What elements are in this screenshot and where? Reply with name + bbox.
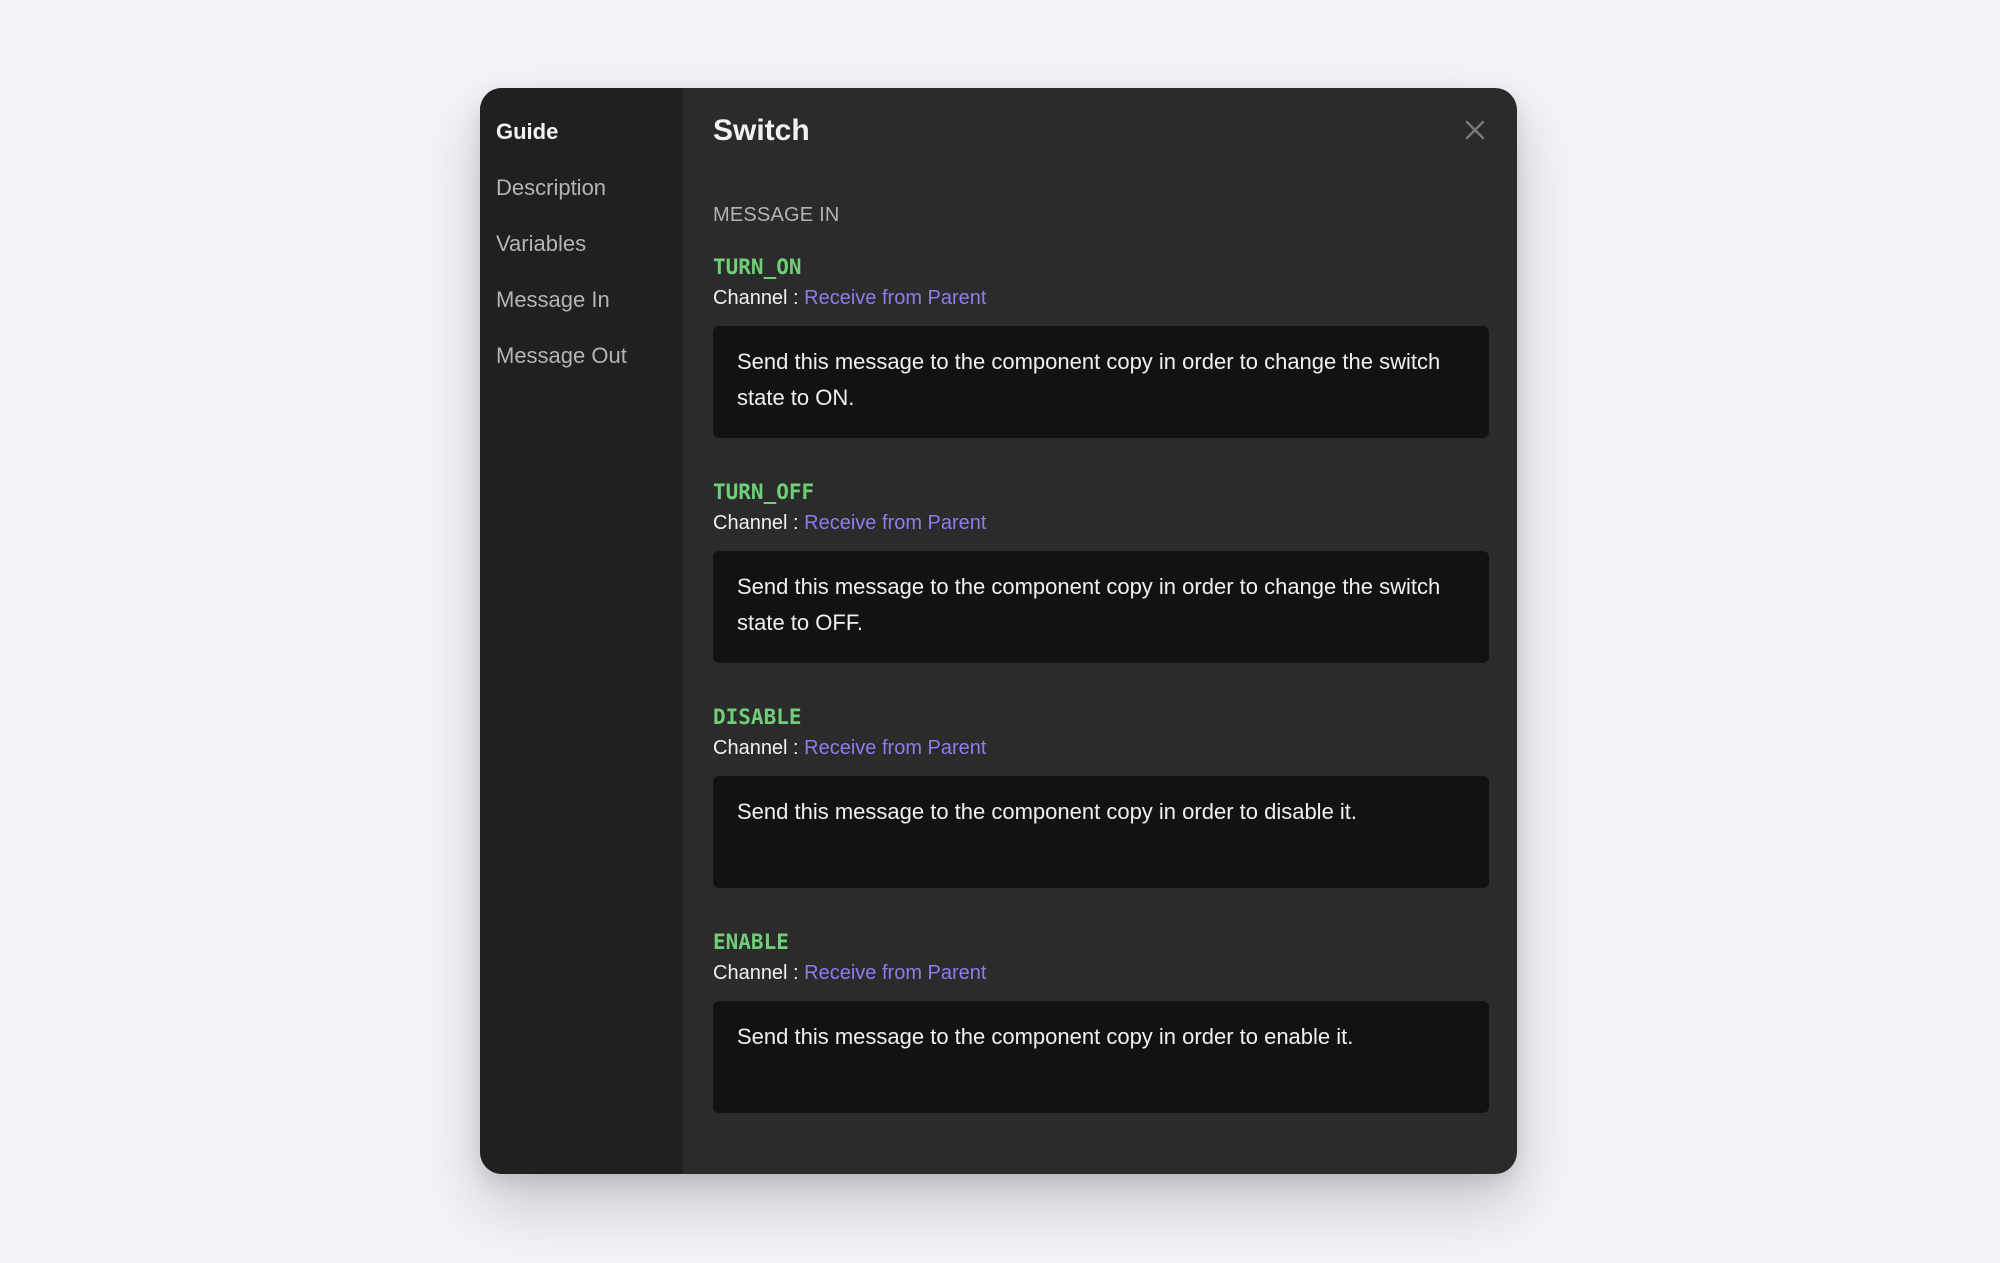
- sidebar-item-variables[interactable]: Variables: [496, 230, 683, 258]
- message-name: DISABLE: [713, 705, 802, 729]
- message-description: Send this message to the component copy …: [713, 551, 1489, 663]
- message-item: TURN_OFF Channel : Receive from Parent S…: [713, 479, 1489, 663]
- channel-label: Channel :: [713, 962, 805, 984]
- close-button[interactable]: [1461, 116, 1489, 144]
- message-description: Send this message to the component copy …: [713, 326, 1489, 438]
- message-item: ENABLE Channel : Receive from Parent Sen…: [713, 929, 1489, 1113]
- message-description: Send this message to the component copy …: [713, 1001, 1489, 1113]
- message-name: TURN_ON: [713, 255, 802, 279]
- sidebar-item-description[interactable]: Description: [496, 174, 683, 202]
- sidebar-item-message-out[interactable]: Message Out: [496, 342, 683, 370]
- guide-modal: Guide Description Variables Message In M…: [480, 88, 1517, 1174]
- message-channel: Channel : Receive from Parent: [713, 510, 1489, 536]
- message-name: TURN_OFF: [713, 480, 815, 504]
- channel-link[interactable]: Receive from Parent: [804, 737, 986, 759]
- channel-label: Channel :: [713, 737, 805, 759]
- channel-label: Channel :: [713, 287, 805, 309]
- guide-content: Switch MESSAGE IN TURN_ON Channel : Rece…: [683, 88, 1517, 1174]
- message-channel: Channel : Receive from Parent: [713, 735, 1489, 761]
- channel-link[interactable]: Receive from Parent: [804, 287, 986, 309]
- channel-label: Channel :: [713, 512, 805, 534]
- close-icon: [1465, 120, 1485, 140]
- section-heading-message-in: MESSAGE IN: [713, 204, 840, 226]
- message-name: ENABLE: [713, 930, 789, 954]
- guide-sidebar: Guide Description Variables Message In M…: [480, 88, 683, 1174]
- message-item: DISABLE Channel : Receive from Parent Se…: [713, 704, 1489, 888]
- message-channel: Channel : Receive from Parent: [713, 960, 1489, 986]
- sidebar-title: Guide: [496, 119, 559, 144]
- sidebar-item-message-in[interactable]: Message In: [496, 286, 683, 314]
- message-description: Send this message to the component copy …: [713, 776, 1489, 888]
- channel-link[interactable]: Receive from Parent: [804, 962, 986, 984]
- message-item: TURN_ON Channel : Receive from Parent Se…: [713, 254, 1489, 438]
- page-title: Switch: [713, 114, 810, 147]
- channel-link[interactable]: Receive from Parent: [804, 512, 986, 534]
- message-channel: Channel : Receive from Parent: [713, 285, 1489, 311]
